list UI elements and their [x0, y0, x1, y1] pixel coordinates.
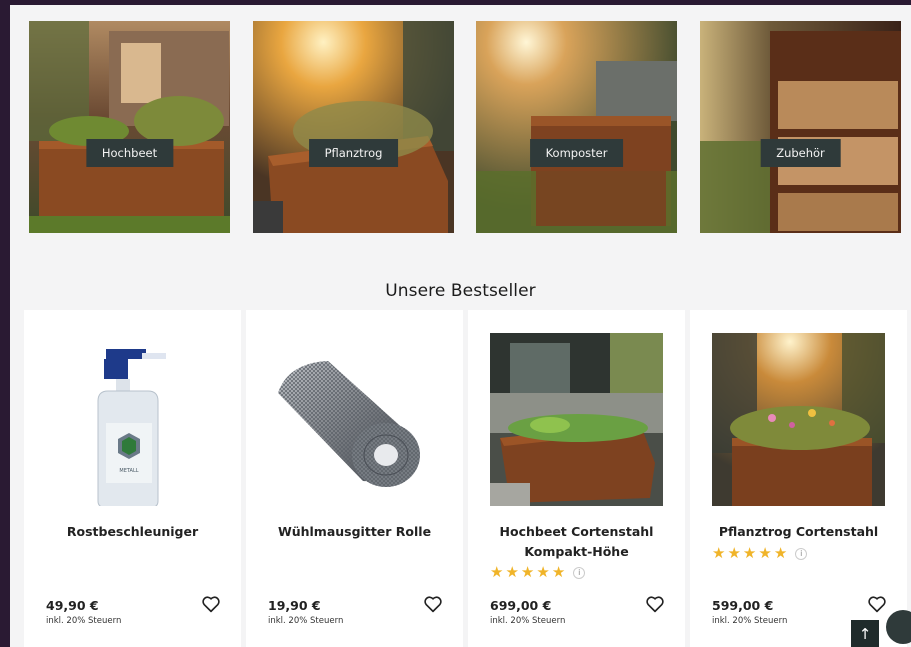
- product-tax-note: inkl. 20% Steuern: [490, 616, 566, 626]
- product-image[interactable]: [268, 333, 441, 506]
- heart-icon[interactable]: [201, 595, 221, 613]
- product-tax-note: inkl. 20% Steuern: [268, 616, 344, 626]
- product-price: 49,90 €: [46, 598, 99, 613]
- section-title: Unsere Bestseller: [385, 281, 536, 301]
- category-label: Komposter: [529, 139, 624, 167]
- product-price: 19,90 €: [268, 598, 321, 613]
- product-image[interactable]: METALL: [46, 333, 219, 506]
- category-image: [476, 21, 677, 233]
- product-tax-note: inkl. 20% Steuern: [46, 616, 122, 626]
- star-icon: ★: [727, 544, 741, 562]
- category-tile-komposter[interactable]: Komposter: [476, 21, 677, 233]
- heart-icon[interactable]: [867, 595, 887, 613]
- category-image: [253, 21, 454, 233]
- product-tax-note: inkl. 20% Steuern: [712, 616, 788, 626]
- category-tile-hochbeet[interactable]: Hochbeet: [29, 21, 230, 233]
- product-price: 699,00 €: [490, 598, 552, 613]
- product-card[interactable]: Wühlmausgitter Rolle 19,90 € inkl. 20% S…: [246, 310, 463, 647]
- category-tile-pflanztrog[interactable]: Pflanztrog: [253, 21, 454, 233]
- product-price: 599,00 €: [712, 598, 774, 613]
- product-image[interactable]: [490, 333, 663, 506]
- category-image: [700, 21, 901, 233]
- rating-stars: ★ ★ ★ ★ ★ i: [490, 563, 586, 581]
- rating-stars: ★ ★ ★ ★ ★ i: [712, 544, 808, 562]
- star-icon: ★: [520, 563, 535, 581]
- category-tile-zubehoer[interactable]: Zubehör: [700, 21, 901, 233]
- heart-icon[interactable]: [423, 595, 443, 613]
- scroll-to-top-button[interactable]: ↑: [851, 620, 879, 647]
- category-label: Pflanztrog: [308, 139, 399, 167]
- page: Hochbeet Pflanztrog Komposter Zubehör Un…: [10, 5, 911, 647]
- product-name[interactable]: Pflanztrog Cortenstahl: [698, 522, 899, 542]
- product-name[interactable]: Rostbeschleuniger: [32, 522, 233, 542]
- product-card[interactable]: Hochbeet Cortenstahl Kompakt-Höhe ★ ★ ★ …: [468, 310, 685, 647]
- star-icon: ★: [536, 563, 550, 581]
- star-icon: ★: [758, 544, 772, 562]
- bottle-brand-text: METALL: [119, 468, 138, 474]
- product-card[interactable]: METALL Rostbeschleuniger 49,90 € inkl. 2…: [24, 310, 241, 647]
- star-icon: ★: [551, 563, 566, 581]
- category-image: [29, 21, 230, 233]
- star-icon: ★: [490, 563, 504, 581]
- category-label: Zubehör: [760, 139, 841, 167]
- heart-icon[interactable]: [645, 595, 665, 613]
- star-icon: ★: [773, 544, 788, 562]
- category-label: Hochbeet: [85, 139, 174, 167]
- info-icon[interactable]: i: [795, 547, 808, 560]
- product-card[interactable]: Pflanztrog Cortenstahl ★ ★ ★ ★ ★ i 599,0…: [690, 310, 907, 647]
- star-icon: ★: [505, 563, 519, 581]
- star-icon: ★: [712, 544, 726, 562]
- info-icon[interactable]: i: [573, 566, 586, 579]
- product-name[interactable]: Wühlmausgitter Rolle: [254, 522, 455, 542]
- arrow-up-icon: ↑: [858, 624, 872, 643]
- product-image[interactable]: [712, 333, 885, 506]
- star-icon: ★: [742, 544, 757, 562]
- product-name[interactable]: Hochbeet Cortenstahl Kompakt-Höhe: [476, 522, 677, 562]
